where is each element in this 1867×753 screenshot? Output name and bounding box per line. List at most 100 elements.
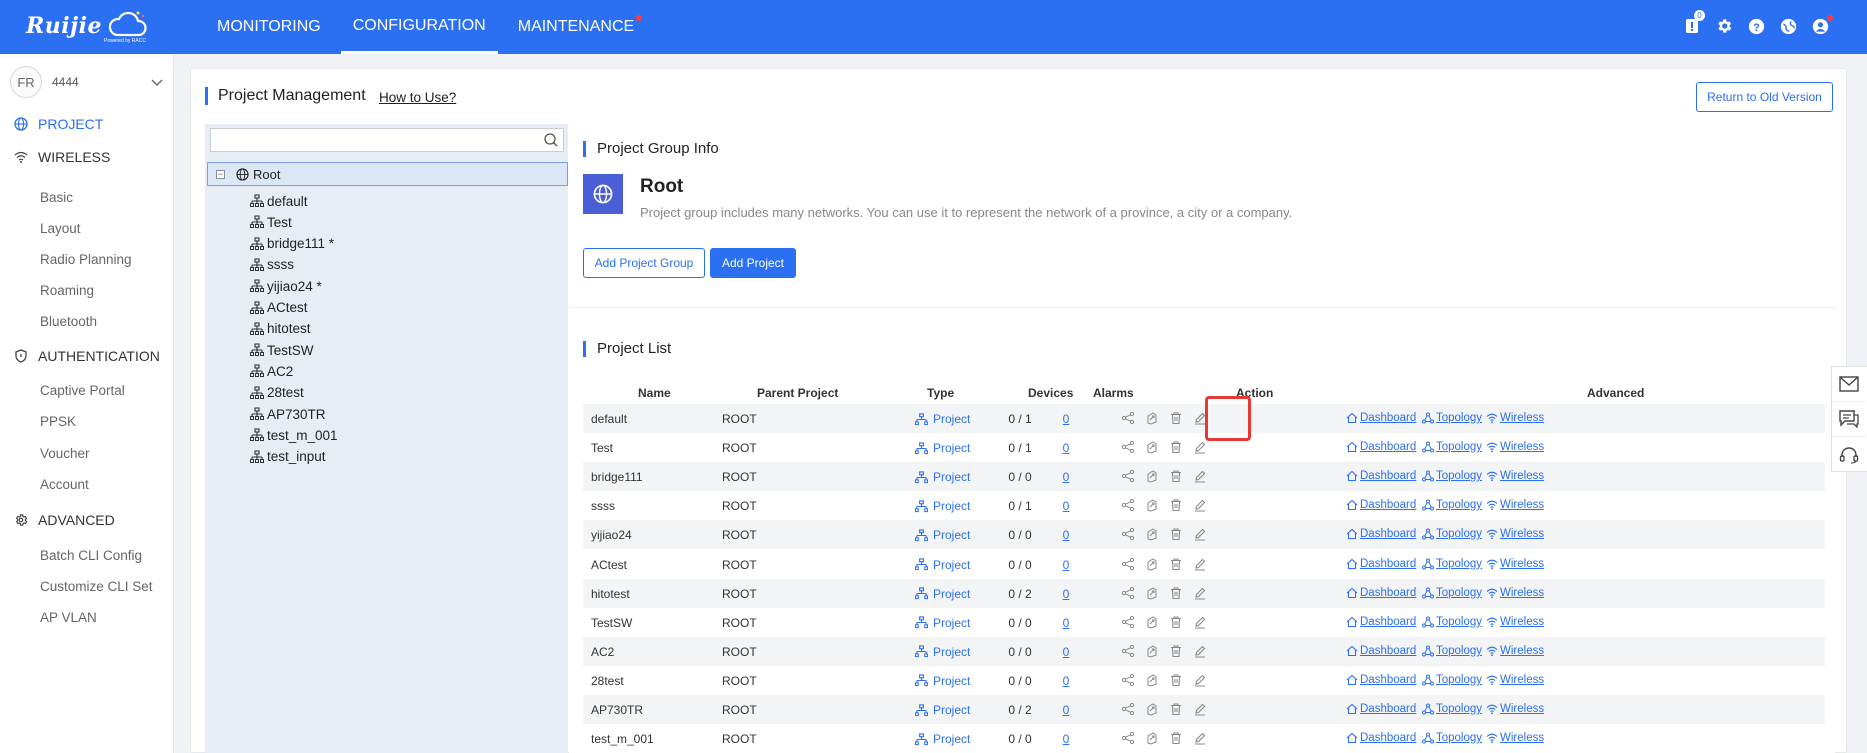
delete-button[interactable]: [1169, 644, 1183, 658]
dashboard-link[interactable]: Dashboard: [1346, 645, 1416, 657]
edit-button[interactable]: [1193, 615, 1207, 629]
sidebar-item-layout[interactable]: Layout: [40, 221, 81, 236]
share-button[interactable]: [1121, 702, 1135, 716]
nav-configuration[interactable]: CONFIGURATION: [340, 0, 498, 54]
topology-link[interactable]: Topology: [1422, 470, 1482, 482]
sidebar-item-roaming[interactable]: Roaming: [40, 283, 94, 298]
wireless-link[interactable]: Wireless: [1486, 616, 1544, 628]
sidebar-item-customize-cli-set[interactable]: Customize CLI Set: [40, 579, 153, 594]
delete-button[interactable]: [1169, 673, 1183, 687]
share-button[interactable]: [1121, 557, 1135, 571]
topology-link[interactable]: Topology: [1422, 703, 1482, 715]
help-button[interactable]: ?: [1745, 15, 1767, 37]
tree-item[interactable]: test_input: [250, 447, 326, 467]
cell-alarms-link[interactable]: 0: [1026, 441, 1106, 455]
topology-link[interactable]: Topology: [1422, 732, 1482, 744]
topology-link[interactable]: Topology: [1422, 674, 1482, 686]
cell-alarms-link[interactable]: 0: [1026, 616, 1106, 630]
tree-root-node[interactable]: − Root: [207, 162, 568, 186]
add-project-button[interactable]: Add Project: [710, 248, 796, 278]
sidebar-item-bluetooth[interactable]: Bluetooth: [40, 314, 97, 329]
share-button[interactable]: [1121, 440, 1135, 454]
edit-button[interactable]: [1193, 644, 1207, 658]
share-button[interactable]: [1121, 644, 1135, 658]
sidebar-item-ap-vlan[interactable]: AP VLAN: [40, 610, 97, 625]
topology-link[interactable]: Topology: [1422, 616, 1482, 628]
move-button[interactable]: [1145, 615, 1159, 629]
share-button[interactable]: [1121, 586, 1135, 600]
tree-item[interactable]: ssss: [250, 255, 294, 275]
sidebar-item-voucher[interactable]: Voucher: [40, 446, 90, 461]
wireless-link[interactable]: Wireless: [1486, 470, 1544, 482]
topology-link[interactable]: Topology: [1422, 645, 1482, 657]
nav-monitoring[interactable]: MONITORING: [205, 0, 333, 54]
edit-button[interactable]: [1193, 411, 1207, 425]
tree-item[interactable]: TestSW: [250, 340, 314, 360]
dashboard-link[interactable]: Dashboard: [1346, 528, 1416, 540]
wireless-link[interactable]: Wireless: [1486, 528, 1544, 540]
wireless-link[interactable]: Wireless: [1486, 441, 1544, 453]
edit-button[interactable]: [1193, 469, 1207, 483]
cell-type-link[interactable]: Project: [915, 703, 970, 717]
move-button[interactable]: [1145, 557, 1159, 571]
move-button[interactable]: [1145, 469, 1159, 483]
return-old-version-button[interactable]: Return to Old Version: [1696, 82, 1833, 112]
delete-button[interactable]: [1169, 586, 1183, 600]
cell-alarms-link[interactable]: 0: [1026, 499, 1106, 513]
cell-type-link[interactable]: Project: [915, 558, 970, 572]
cell-type-link[interactable]: Project: [915, 645, 970, 659]
email-button[interactable]: [1832, 367, 1866, 402]
delete-button[interactable]: [1169, 702, 1183, 716]
topology-link[interactable]: Topology: [1422, 587, 1482, 599]
move-button[interactable]: [1145, 731, 1159, 745]
move-button[interactable]: [1145, 440, 1159, 454]
sidebar-item-captive-portal[interactable]: Captive Portal: [40, 383, 125, 398]
tree-item[interactable]: AC2: [250, 361, 293, 381]
settings-button[interactable]: [1713, 15, 1735, 37]
sidebar-item-batch-cli-config[interactable]: Batch CLI Config: [40, 548, 142, 563]
share-button[interactable]: [1121, 411, 1135, 425]
delete-button[interactable]: [1169, 498, 1183, 512]
delete-button[interactable]: [1169, 469, 1183, 483]
add-project-group-button[interactable]: Add Project Group: [583, 248, 705, 278]
move-button[interactable]: [1145, 702, 1159, 716]
cell-alarms-link[interactable]: 0: [1026, 732, 1106, 746]
collapse-toggle-icon[interactable]: −: [216, 169, 225, 179]
wireless-link[interactable]: Wireless: [1486, 645, 1544, 657]
tree-item[interactable]: Test: [250, 212, 292, 232]
tree-item[interactable]: hitotest: [250, 319, 311, 339]
support-button[interactable]: [1832, 437, 1866, 472]
tree-item[interactable]: default: [250, 191, 308, 211]
dashboard-link[interactable]: Dashboard: [1346, 616, 1416, 628]
wireless-link[interactable]: Wireless: [1486, 703, 1544, 715]
sidebar-section-authentication[interactable]: AUTHENTICATION: [14, 348, 160, 364]
how-to-use-link[interactable]: How to Use?: [379, 90, 456, 105]
sidebar-item-account[interactable]: Account: [40, 477, 89, 492]
edit-button[interactable]: [1193, 731, 1207, 745]
tree-item[interactable]: test_m_001: [250, 425, 338, 445]
topology-link[interactable]: Topology: [1422, 412, 1482, 424]
dashboard-link[interactable]: Dashboard: [1346, 470, 1416, 482]
move-button[interactable]: [1145, 498, 1159, 512]
cell-type-link[interactable]: Project: [915, 441, 970, 455]
wireless-link[interactable]: Wireless: [1486, 674, 1544, 686]
user-menu-button[interactable]: [1809, 15, 1833, 37]
edit-button[interactable]: [1193, 586, 1207, 600]
wireless-link[interactable]: Wireless: [1486, 558, 1544, 570]
edit-button[interactable]: [1193, 702, 1207, 716]
cell-type-link[interactable]: Project: [915, 528, 970, 542]
share-button[interactable]: [1121, 615, 1135, 629]
cell-alarms-link[interactable]: 0: [1026, 558, 1106, 572]
topology-link[interactable]: Topology: [1422, 499, 1482, 511]
dashboard-link[interactable]: Dashboard: [1346, 703, 1416, 715]
edit-button[interactable]: [1193, 440, 1207, 454]
tree-item[interactable]: 28test: [250, 383, 304, 403]
share-button[interactable]: [1121, 527, 1135, 541]
sidebar-item-basic[interactable]: Basic: [40, 190, 73, 205]
move-button[interactable]: [1145, 673, 1159, 687]
edit-button[interactable]: [1193, 498, 1207, 512]
tree-item[interactable]: AP730TR: [250, 404, 326, 424]
edit-button[interactable]: [1193, 673, 1207, 687]
dashboard-link[interactable]: Dashboard: [1346, 732, 1416, 744]
wireless-link[interactable]: Wireless: [1486, 412, 1544, 424]
